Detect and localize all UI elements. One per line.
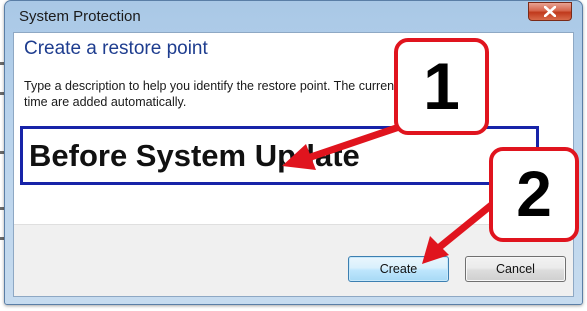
close-button[interactable]: [528, 2, 572, 21]
title-bar[interactable]: System Protection: [5, 1, 582, 31]
screenshot-stage: System Protection Create a restore point…: [0, 0, 587, 311]
cancel-button[interactable]: Cancel: [465, 256, 566, 282]
create-button[interactable]: Create: [348, 256, 449, 282]
dialog-heading: Create a restore point: [24, 38, 208, 59]
close-icon: [544, 6, 556, 17]
window-title: System Protection: [19, 8, 141, 25]
step-2-callout: 2: [489, 147, 579, 242]
step-1-callout: 1: [394, 38, 489, 135]
